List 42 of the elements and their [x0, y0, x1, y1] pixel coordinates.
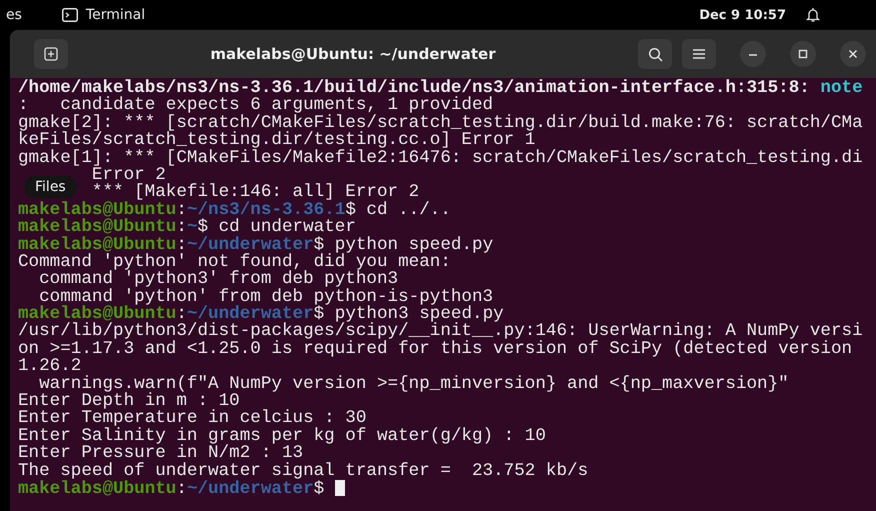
tooltip: Files — [24, 176, 77, 198]
terminal-line: /usr/lib/python3/dist-packages/scipy/__init__.py:146: UserWarning: A NumPy versi — [18, 323, 863, 341]
terminal-line: gmake[1]: *** [CMakeFiles/Makefile2:16476: scratch/CMakeFiles/scratch_testing.di — [18, 150, 863, 167]
activities-label[interactable]: es — [6, 7, 22, 23]
terminal-line: 1.26.2 — [18, 358, 82, 376]
terminal-line: Error 2 — [92, 166, 166, 184]
new-tab-button[interactable] — [34, 39, 68, 69]
terminal-line: Command 'python' not found, did you mean: — [18, 254, 451, 272]
prompt-line: makelabs@Ubuntu:~/underwater$ python speed.py — [18, 236, 494, 254]
prompt-line: makelabs@Ubuntu:~/underwater$ python3 speed.py — [18, 306, 504, 324]
clock[interactable]: Dec 9 10:57 — [699, 8, 786, 22]
menu-icon — [692, 48, 706, 60]
terminal-line: on >=1.17.3 and <1.25.0 is required for this version of SciPy (detected version — [18, 340, 852, 358]
minimize-button[interactable] — [740, 41, 766, 67]
terminal-line: : candidate expects 6 arguments, 1 provided — [18, 97, 494, 115]
terminal-line: command 'python3' from deb python3 — [38, 271, 398, 289]
close-icon — [848, 49, 858, 59]
window-title: makelabs@Ubuntu: ~/underwater — [209, 45, 497, 63]
menu-button[interactable] — [682, 39, 716, 69]
prompt-line: makelabs@Ubuntu:~$ cd underwater — [18, 219, 356, 237]
terminal-line: warnings.warn(f"A NumPy version >={np_minversion} and <{np_maxversion}" — [39, 376, 789, 394]
terminal-line: Enter Salinity in grams per kg of water(g/kg) : 10 — [18, 428, 546, 446]
terminal-line: gmake[2]: *** [scratch/CMakeFiles/scratch_testing.dir/build.make:76: scratch/CMa — [18, 114, 863, 132]
terminal-line: /home/makelabs/ns3/ns-3.36.1/build/include/ns3/animation-interface.h:315:8: note — [18, 80, 863, 98]
plus-icon — [44, 47, 58, 61]
terminal-line: The speed of underwater signal transfer = 23.752 kb/s — [18, 462, 588, 480]
close-button[interactable] — [840, 41, 866, 67]
terminal-line: Enter Depth in m : 10 — [18, 393, 240, 410]
terminal-line: command 'python' from deb python-is-python3 — [39, 288, 494, 306]
terminal-icon — [62, 8, 78, 22]
terminal-line: Enter Pressure in N/m2 : 13 — [18, 445, 304, 463]
maximize-icon — [798, 49, 808, 59]
bell-icon[interactable] — [806, 7, 820, 23]
prompt-line: makelabs@Ubuntu:~/underwater$ — [18, 480, 346, 498]
terminal-line: Enter Temperature in celcius : 30 — [18, 410, 366, 428]
terminal-line: keFiles/scratch_testing.dir/testing.cc.o] Error 1 — [18, 132, 536, 150]
terminal-line: *** [Makefile:146: all] Error 2 — [92, 184, 420, 202]
search-button[interactable] — [638, 39, 672, 69]
app-menu-label[interactable]: Terminal — [86, 7, 146, 23]
prompt-line: makelabs@Ubuntu:~/ns3/ns-3.36.1$ cd ../.. — [18, 202, 451, 220]
search-icon — [648, 46, 662, 62]
maximize-button[interactable] — [790, 41, 816, 67]
